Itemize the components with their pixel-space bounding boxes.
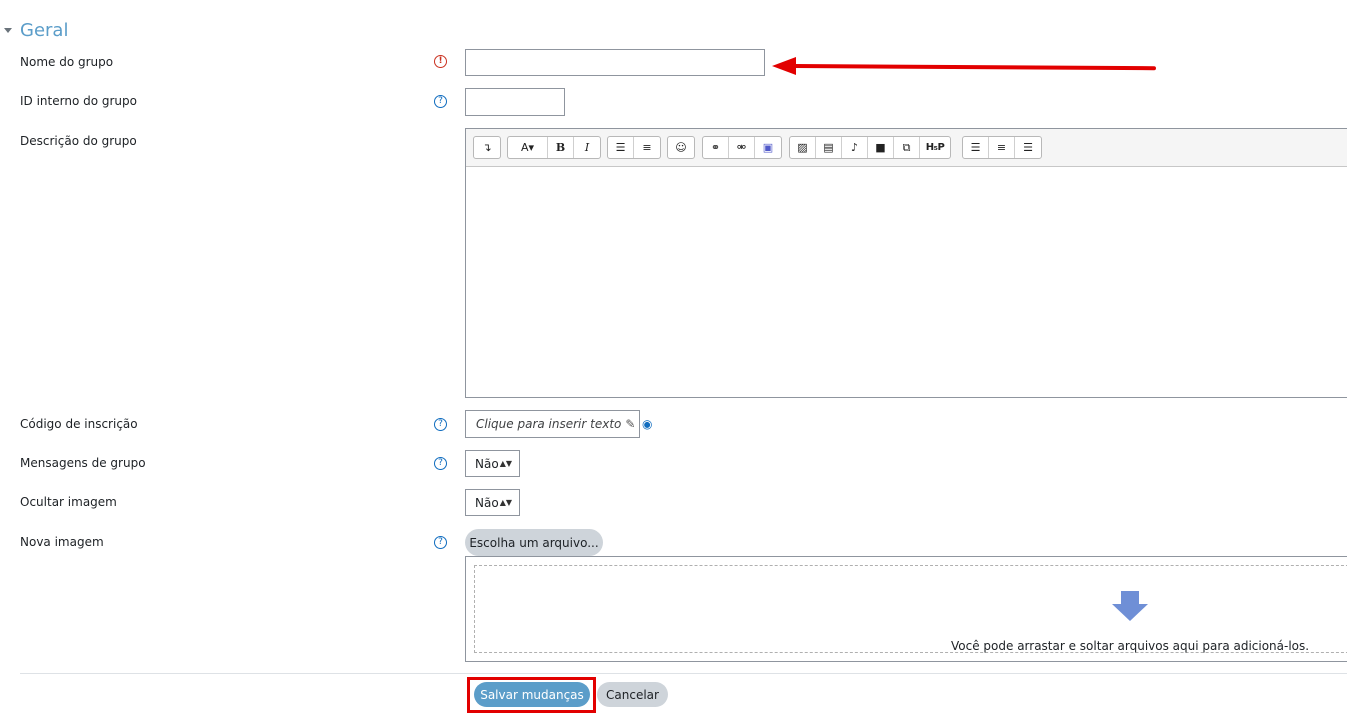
help-icon[interactable]: ? — [434, 457, 447, 470]
reveal-eye-icon[interactable]: ◉ — [642, 417, 652, 431]
group-messaging-value: Não — [475, 456, 499, 471]
image-icon[interactable]: ▨ — [790, 137, 816, 158]
unlink-icon[interactable]: ⚮ — [729, 137, 755, 158]
unordered-list-icon[interactable]: ☰ — [608, 137, 634, 158]
bold-icon[interactable]: B — [548, 137, 574, 158]
editor-toolbar: ↴ A▾ B I ☰ ≡ ☺ ⚭ ⚮ ▣ ▨ ▤ ♪ ■ ⧉ H₅P ☰ ≡ ☰ — [466, 129, 1347, 167]
group-messaging-select[interactable]: Não ▲▼ — [465, 450, 520, 477]
collapse-icon[interactable]: ↴ — [474, 137, 500, 158]
enrolment-key-input[interactable]: Clique para inserir texto ✎ — [465, 410, 640, 438]
choose-file-button[interactable]: Escolha um arquivo... — [465, 529, 603, 556]
h5p-icon[interactable]: H₅P — [920, 137, 950, 158]
toolbar-group: ↴ — [473, 136, 501, 159]
help-icon[interactable]: ? — [434, 95, 447, 108]
group-messaging-label: Mensagens de grupo — [20, 456, 146, 470]
manage-files-icon[interactable]: ⧉ — [894, 137, 920, 158]
select-arrows-icon: ▲▼ — [499, 498, 512, 507]
italic-icon[interactable]: I — [574, 137, 600, 158]
align-left-icon[interactable]: ☰ — [963, 137, 989, 158]
file-drop-area[interactable]: Você pode arrastar e soltar arquivos aqu… — [465, 556, 1347, 662]
required-icon: ! — [434, 55, 447, 68]
toolbar-group: ⚭ ⚮ ▣ — [702, 136, 782, 159]
align-center-icon[interactable]: ≡ — [989, 137, 1015, 158]
group-name-label: Nome do grupo — [20, 55, 114, 69]
annotation-arrow-line — [791, 64, 1157, 71]
hide-picture-label: Ocultar imagem — [20, 495, 117, 509]
emoji-icon[interactable]: ☺ — [668, 137, 694, 158]
enrolment-key-label: Código de inscrição — [20, 417, 138, 431]
toolbar-group: ☰ ≡ — [607, 136, 661, 159]
description-label: Descrição do grupo — [20, 134, 137, 148]
drop-instructions: Você pode arrastar e soltar arquivos aqu… — [951, 639, 1310, 653]
internal-id-label: ID interno do grupo — [20, 94, 137, 108]
internal-id-input[interactable] — [465, 88, 565, 116]
collapse-caret-icon — [4, 28, 12, 33]
dropzone[interactable]: Você pode arrastar e soltar arquivos aqu… — [474, 565, 1347, 653]
link-icon[interactable]: ⚭ — [703, 137, 729, 158]
hide-picture-select[interactable]: Não ▲▼ — [465, 489, 520, 516]
toolbar-group: A▾ B I — [507, 136, 601, 159]
save-button[interactable]: Salvar mudanças — [474, 682, 590, 707]
form-divider — [20, 673, 1347, 674]
help-icon[interactable]: ? — [434, 536, 447, 549]
align-right-icon[interactable]: ☰ — [1015, 137, 1041, 158]
pencil-icon: ✎ — [625, 417, 636, 431]
hide-picture-value: Não — [475, 495, 499, 510]
toolbar-group: ▨ ▤ ♪ ■ ⧉ H₅P — [789, 136, 951, 159]
media-icon[interactable]: ▤ — [816, 137, 842, 158]
cancel-button[interactable]: Cancelar — [597, 682, 668, 707]
toolbar-group: ☰ ≡ ☰ — [962, 136, 1042, 159]
help-icon[interactable]: ? — [434, 418, 447, 431]
section-title: Geral — [20, 19, 69, 41]
teams-icon[interactable]: ▣ — [755, 137, 781, 158]
new-picture-label: Nova imagem — [20, 535, 104, 549]
font-style-icon[interactable]: A▾ — [508, 137, 548, 158]
toolbar-group: ☺ — [667, 136, 695, 159]
select-arrows-icon: ▲▼ — [499, 459, 512, 468]
record-audio-icon[interactable]: ♪ — [842, 137, 868, 158]
enrolment-key-placeholder: Clique para inserir texto — [476, 417, 622, 431]
group-name-input[interactable] — [465, 49, 765, 76]
ordered-list-icon[interactable]: ≡ — [634, 137, 660, 158]
section-general-toggle[interactable]: Geral — [4, 17, 68, 43]
record-video-icon[interactable]: ■ — [868, 137, 894, 158]
download-arrow-icon — [1112, 591, 1148, 621]
description-editor[interactable]: ↴ A▾ B I ☰ ≡ ☺ ⚭ ⚮ ▣ ▨ ▤ ♪ ■ ⧉ H₅P ☰ ≡ ☰ — [465, 128, 1347, 398]
